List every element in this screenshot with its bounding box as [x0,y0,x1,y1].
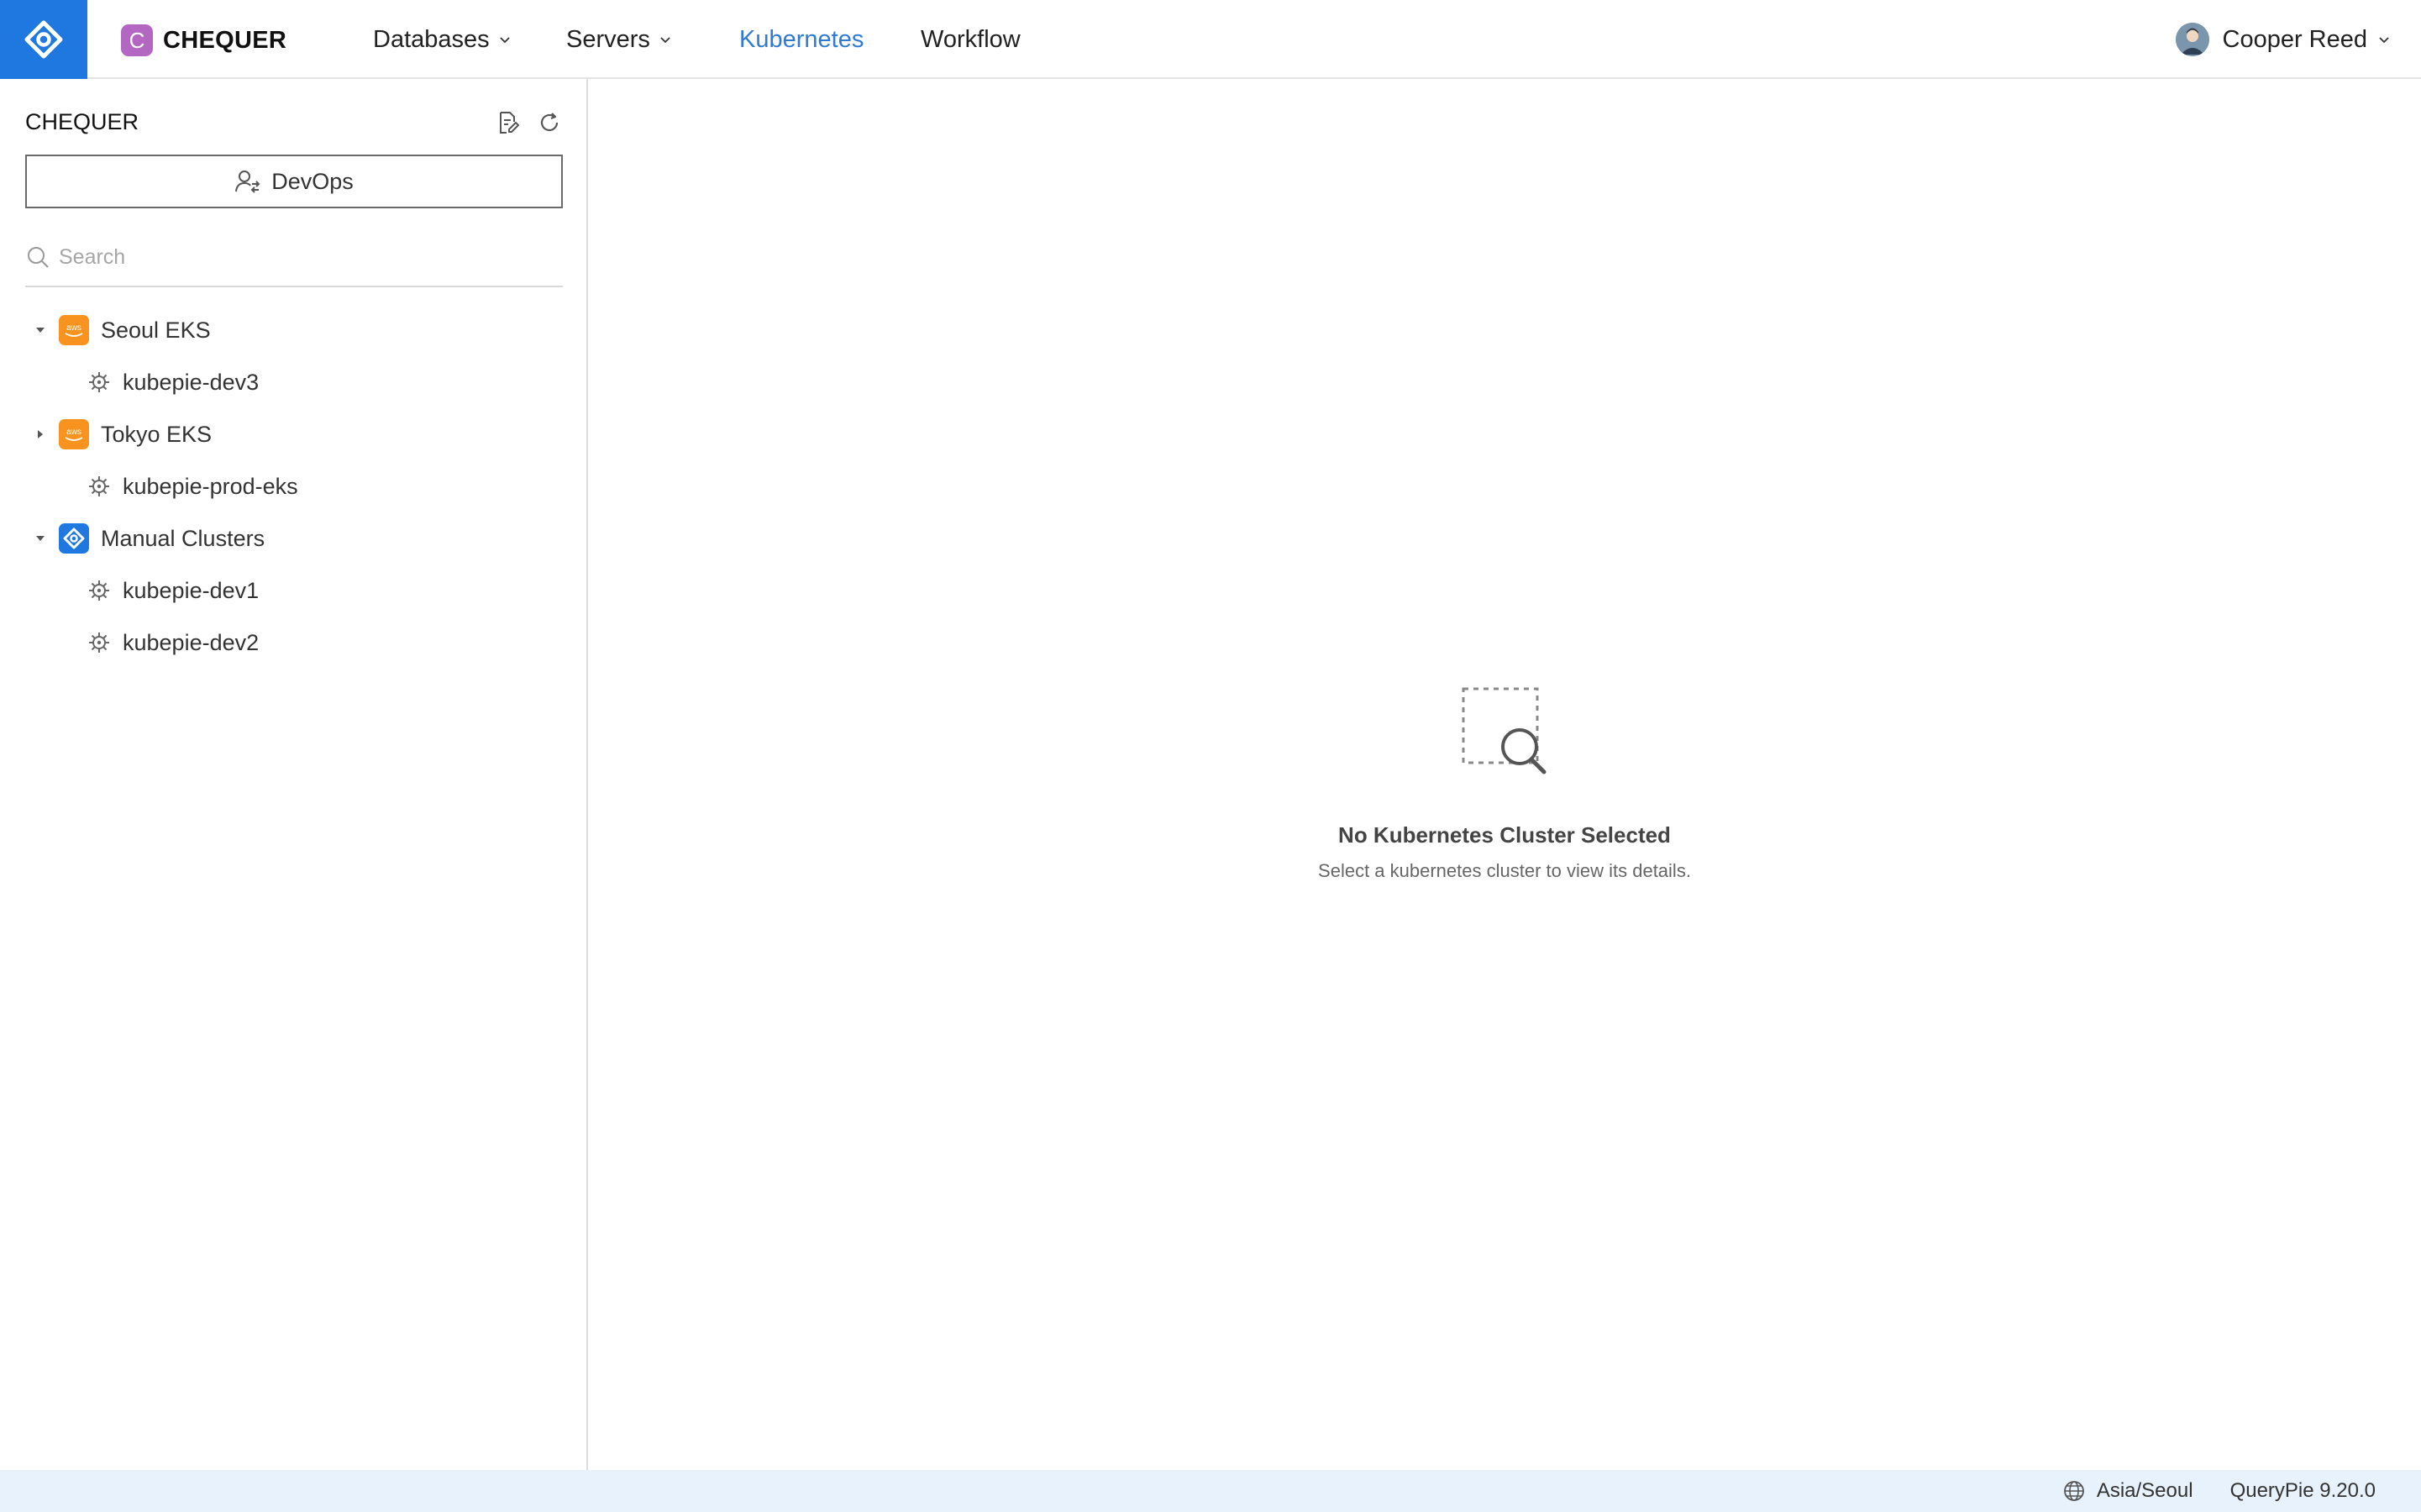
nav-kubernetes[interactable]: Kubernetes [739,0,864,79]
globe-icon [2063,1480,2085,1502]
tree-item-label: kubepie-dev2 [123,629,260,655]
caret-down-icon[interactable] [25,533,55,544]
nav-databases[interactable]: Databases [373,0,512,79]
avatar [2175,23,2209,56]
kubernetes-icon [87,579,111,602]
nav-servers-label: Servers [566,25,650,53]
aws-icon: aws [59,419,89,449]
tree-group-seoul-eks[interactable]: aws Seoul EKS [25,306,563,354]
sidebar-title: CHEQUER [25,109,139,134]
querypie-logo-icon [24,20,63,59]
search-icon [25,244,50,270]
tree-group-tokyo-eks[interactable]: aws Tokyo EKS [25,410,563,459]
user-name: Cooper Reed [2222,25,2368,53]
caret-down-icon[interactable] [25,324,55,336]
top-navigation-bar: C CHEQUER Databases Servers Kubernetes W… [0,0,2421,79]
nav-databases-label: Databases [373,25,490,53]
empty-state-description: Select a kubernetes cluster to view its … [1318,860,1691,881]
nav-workflow-label: Workflow [921,25,1021,53]
kubernetes-icon [87,475,111,498]
timezone-selector[interactable]: Asia/Seoul [2063,1479,2193,1503]
refresh-button[interactable] [534,108,565,138]
caret-right-icon[interactable] [25,428,55,440]
status-footer: Asia/Seoul QueryPie 9.20.0 [0,1470,2421,1512]
nav-kubernetes-label: Kubernetes [739,25,864,53]
timezone-label: Asia/Seoul [2096,1479,2193,1502]
svg-text:aws: aws [66,323,81,333]
nav-servers[interactable]: Servers [566,0,672,79]
chevron-down-icon [2377,33,2391,46]
tree-group-manual-clusters[interactable]: Manual Clusters [25,514,563,563]
svg-text:aws: aws [66,428,81,437]
document-edit-icon [500,112,519,134]
tree-item-kubepie-dev3[interactable]: kubepie-dev3 [25,358,563,407]
tree-item-label: kubepie-prod-eks [123,473,298,499]
chevron-down-icon [498,33,512,46]
tree-group-label: Tokyo EKS [101,421,213,447]
nav-workflow[interactable]: Workflow [921,0,1021,79]
aws-icon: aws [59,315,89,345]
empty-search-illustration-icon [1458,684,1551,780]
kubernetes-icon [87,631,111,654]
cluster-search [25,228,563,287]
tree-item-kubepie-prod-eks[interactable]: kubepie-prod-eks [25,462,563,511]
search-input[interactable] [59,244,529,270]
user-switch-icon [234,169,261,194]
role-selector-button[interactable]: DevOps [25,155,563,208]
querypie-logo[interactable] [0,0,87,79]
chevron-down-icon [659,33,672,46]
querypie-icon [59,523,89,554]
brand-badge: C [121,24,153,56]
tree-item-kubepie-dev1[interactable]: kubepie-dev1 [25,566,563,615]
tree-item-label: kubepie-dev1 [123,577,260,603]
empty-state-title: No Kubernetes Cluster Selected [1338,822,1671,848]
kubernetes-icon [87,370,111,394]
empty-state: No Kubernetes Cluster Selected Select a … [588,684,2421,882]
brand-name: CHEQUER [163,26,287,54]
tree-group-label: Seoul EKS [101,317,211,343]
cluster-sidebar: CHEQUER DevOps Search aws Seoul EKS kube… [0,79,588,1470]
version-label: QueryPie 9.20.0 [2229,1479,2376,1502]
role-label: DevOps [271,168,354,194]
workspace-brand[interactable]: C CHEQUER [121,24,286,57]
tree-item-label: kubepie-dev3 [123,369,260,395]
tree-group-label: Manual Clusters [101,525,265,551]
tree-item-kubepie-dev2[interactable]: kubepie-dev2 [25,618,563,667]
edit-note-button[interactable] [492,108,523,138]
cluster-detail-panel: No Kubernetes Cluster Selected Select a … [588,79,2421,1470]
user-menu[interactable]: Cooper Reed [2175,0,2392,79]
refresh-icon [540,113,559,132]
